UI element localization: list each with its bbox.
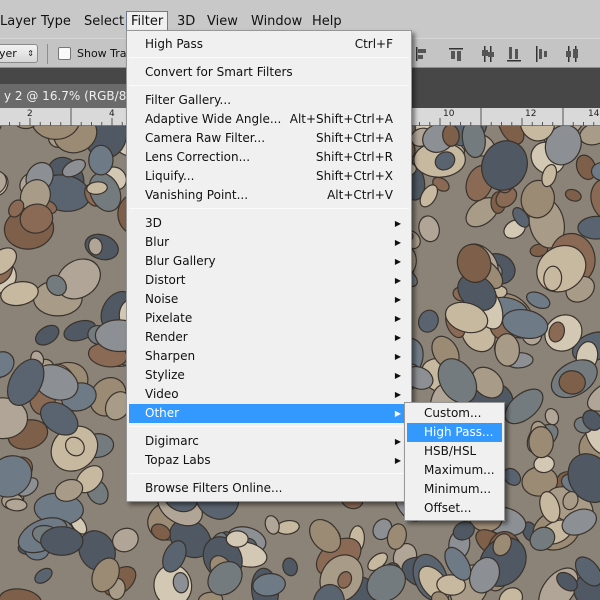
- ruler-label-10: 10: [443, 109, 455, 119]
- filter-adaptive-wide-angle[interactable]: Adaptive Wide Angle... Alt+Shift+Ctrl+A: [129, 110, 409, 129]
- menu-separator: [129, 473, 409, 474]
- item-shortcut: Shift+Ctrl+A: [316, 131, 393, 145]
- ruler-label-4: 4: [109, 109, 115, 119]
- filter-topaz-labs[interactable]: Topaz Labs ▶: [129, 451, 409, 470]
- item-label: Filter Gallery...: [145, 93, 232, 107]
- submenu-arrow-icon: ▶: [394, 371, 401, 380]
- auto-select-value: yer: [0, 47, 17, 60]
- item-label: Video: [145, 387, 179, 401]
- submenu-arrow-icon: ▶: [394, 295, 401, 304]
- distribute-bottom-icon[interactable]: [506, 45, 522, 63]
- item-label: Convert for Smart Filters: [145, 65, 293, 79]
- filter-menu: High Pass Ctrl+F Convert for Smart Filter…: [126, 30, 412, 502]
- menu-select[interactable]: Select: [80, 12, 128, 34]
- item-label: Blur: [145, 235, 170, 249]
- align-left-edges-icon[interactable]: [414, 45, 430, 63]
- filter-render[interactable]: Render ▶: [129, 328, 409, 347]
- filter-camera-raw[interactable]: Camera Raw Filter... Shift+Ctrl+A: [129, 129, 409, 148]
- auto-select-dropdown[interactable]: yer ⇕: [0, 44, 38, 63]
- item-label: 3D: [145, 216, 162, 230]
- filter-blur[interactable]: Blur ▶: [129, 233, 409, 252]
- filter-convert-smart-filters[interactable]: Convert for Smart Filters: [129, 63, 409, 82]
- submenu-arrow-icon: ▶: [394, 437, 401, 446]
- item-label: Camera Raw Filter...: [145, 131, 266, 145]
- submenu-arrow-icon: ▶: [394, 333, 401, 342]
- submenu-arrow-icon: ▶: [394, 456, 401, 465]
- submenu-arrow-icon: ▶: [394, 276, 401, 285]
- filter-last-high-pass[interactable]: High Pass Ctrl+F: [129, 35, 409, 54]
- item-label: Render: [145, 330, 188, 344]
- submenu-arrow-icon: ▶: [394, 409, 401, 418]
- menu-separator: [129, 426, 409, 427]
- item-label: High Pass: [145, 37, 203, 51]
- filter-pixelate[interactable]: Pixelate ▶: [129, 309, 409, 328]
- menu-type[interactable]: Type: [37, 12, 75, 34]
- item-shortcut: Alt+Ctrl+V: [327, 188, 393, 202]
- ruler-label-14: 14: [588, 109, 600, 119]
- filter-liquify[interactable]: Liquify... Shift+Ctrl+X: [129, 167, 409, 186]
- item-label: Liquify...: [145, 169, 195, 183]
- show-transform-checkbox[interactable]: [58, 47, 71, 60]
- distribute-top-icon[interactable]: [448, 45, 464, 63]
- item-label: Adaptive Wide Angle...: [145, 112, 282, 126]
- other-hsb-hsl[interactable]: HSB/HSL: [407, 442, 502, 461]
- submenu-arrow-icon: ▶: [394, 219, 401, 228]
- filter-gallery[interactable]: Filter Gallery...: [129, 91, 409, 110]
- filter-other[interactable]: Other ▶: [129, 404, 409, 423]
- item-label: Other: [145, 406, 180, 420]
- filter-vanishing-point[interactable]: Vanishing Point... Alt+Ctrl+V: [129, 186, 409, 205]
- item-shortcut: Alt+Shift+Ctrl+A: [289, 112, 393, 126]
- menu-separator: [129, 208, 409, 209]
- filter-digimarc[interactable]: Digimarc ▶: [129, 432, 409, 451]
- other-maximum[interactable]: Maximum...: [407, 461, 502, 480]
- item-shortcut: Ctrl+F: [354, 37, 393, 51]
- filter-distort[interactable]: Distort ▶: [129, 271, 409, 290]
- submenu-arrow-icon: ▶: [394, 314, 401, 323]
- item-label: Vanishing Point...: [145, 188, 249, 202]
- item-label: Lens Correction...: [145, 150, 251, 164]
- item-label: Sharpen: [145, 349, 196, 363]
- submenu-arrow-icon: ▶: [394, 238, 401, 247]
- item-label: Stylize: [145, 368, 185, 382]
- chevron-updown-icon: ⇕: [27, 49, 34, 58]
- filter-noise[interactable]: Noise ▶: [129, 290, 409, 309]
- item-label: Pixelate: [145, 311, 193, 325]
- submenu-arrow-icon: ▶: [394, 390, 401, 399]
- distribute-horizontal-centers-icon[interactable]: [564, 45, 580, 63]
- item-label: Browse Filters Online...: [145, 481, 283, 495]
- item-label: Topaz Labs: [145, 453, 211, 467]
- menu-separator: [129, 57, 409, 58]
- options-divider: [47, 44, 48, 64]
- other-submenu: Custom... High Pass... HSB/HSL Maximum..…: [404, 402, 505, 521]
- filter-video[interactable]: Video ▶: [129, 385, 409, 404]
- other-high-pass[interactable]: High Pass...: [407, 423, 502, 442]
- filter-blur-gallery[interactable]: Blur Gallery ▶: [129, 252, 409, 271]
- ruler-label-12: 12: [525, 109, 537, 119]
- other-custom[interactable]: Custom...: [407, 404, 502, 423]
- item-label: Noise: [145, 292, 179, 306]
- other-offset[interactable]: Offset...: [407, 499, 502, 518]
- submenu-arrow-icon: ▶: [394, 257, 401, 266]
- filter-lens-correction[interactable]: Lens Correction... Shift+Ctrl+R: [129, 148, 409, 167]
- filter-stylize[interactable]: Stylize ▶: [129, 366, 409, 385]
- distribute-vertical-centers-icon[interactable]: [480, 45, 496, 63]
- item-label: Blur Gallery: [145, 254, 216, 268]
- item-shortcut: Shift+Ctrl+X: [316, 169, 393, 183]
- ruler-label-2: 2: [27, 109, 33, 119]
- menu-layer[interactable]: Layer: [0, 12, 40, 34]
- other-minimum[interactable]: Minimum...: [407, 480, 502, 499]
- item-shortcut: Shift+Ctrl+R: [315, 150, 393, 164]
- menu-separator: [129, 85, 409, 86]
- submenu-arrow-icon: ▶: [394, 352, 401, 361]
- filter-3d[interactable]: 3D ▶: [129, 214, 409, 233]
- filter-sharpen[interactable]: Sharpen ▶: [129, 347, 409, 366]
- distribute-left-icon[interactable]: [534, 45, 550, 63]
- filter-browse-online[interactable]: Browse Filters Online...: [129, 479, 409, 498]
- item-label: Distort: [145, 273, 186, 287]
- item-label: Digimarc: [145, 434, 199, 448]
